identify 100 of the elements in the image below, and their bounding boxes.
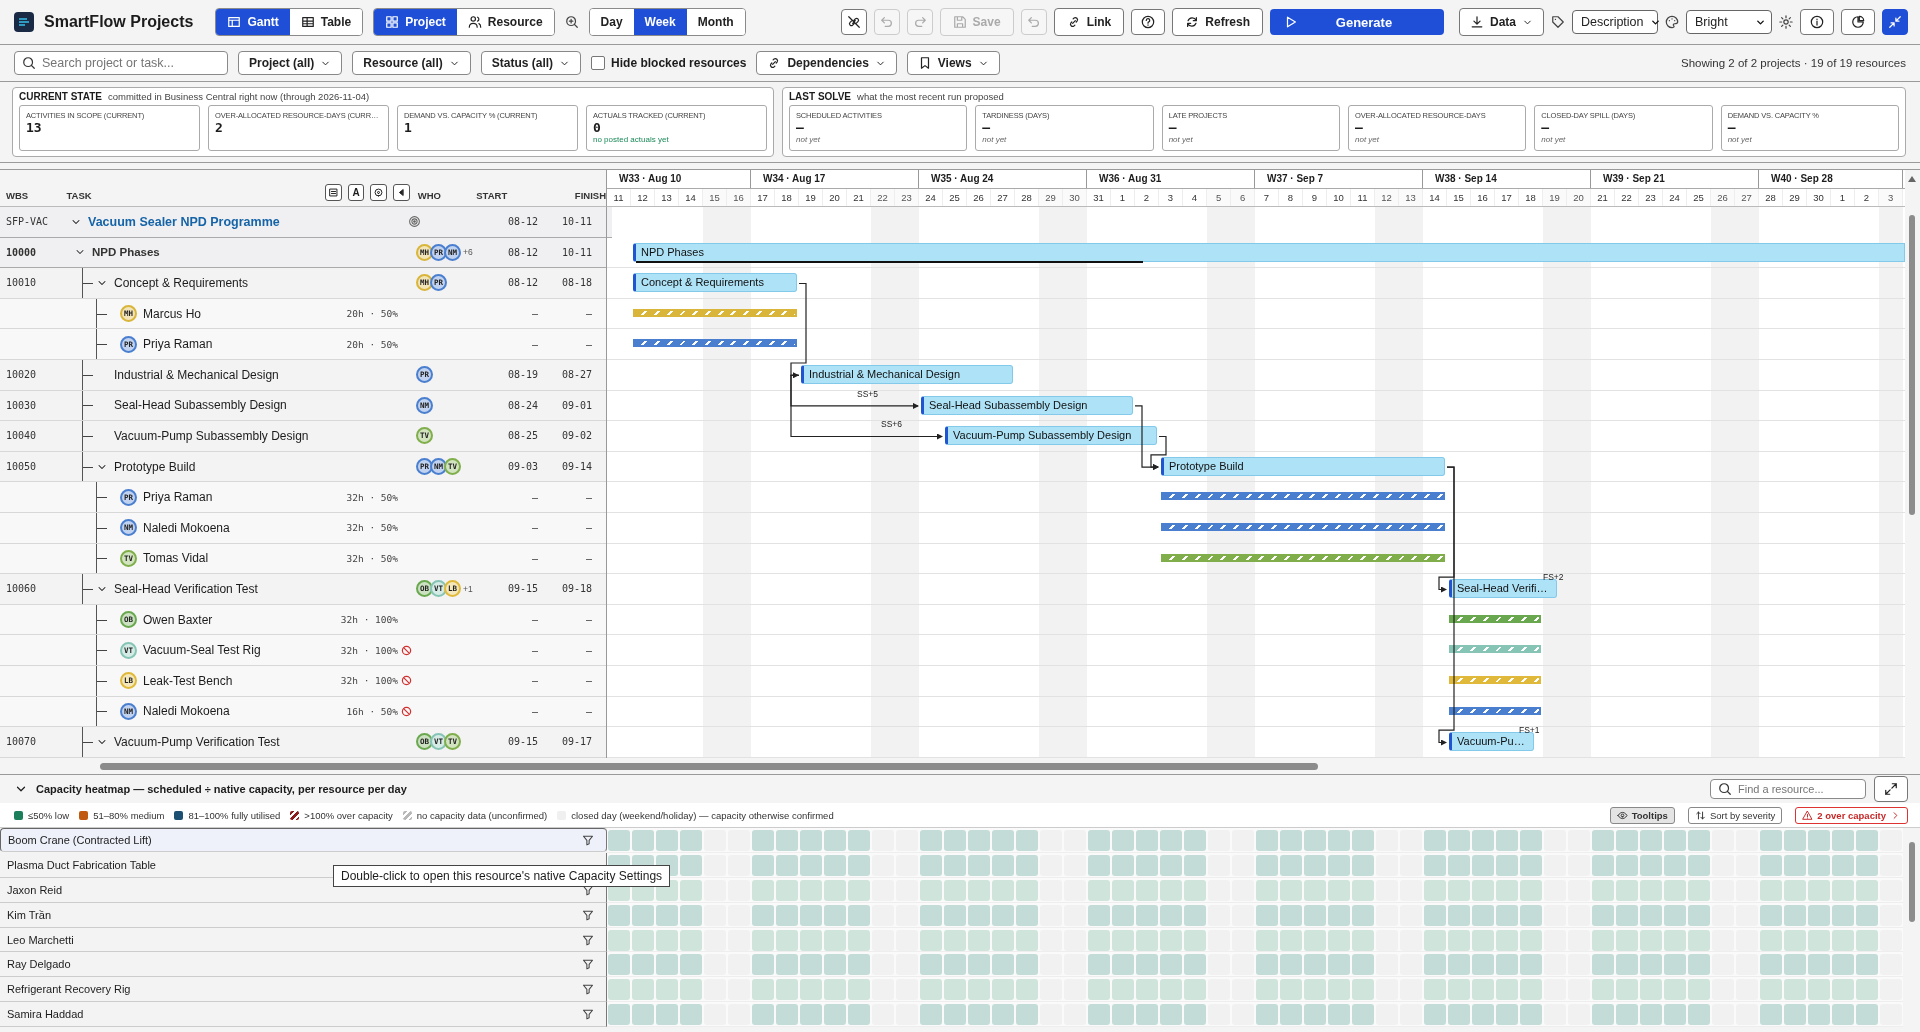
wbs-code: 10010 — [5, 277, 38, 289]
task-bar[interactable]: Vacuum-Pump Subassembly Design — [945, 426, 1157, 446]
pie-chart-icon — [1851, 15, 1865, 29]
finish-date: – — [584, 705, 593, 717]
task-bar[interactable]: Concept & Requirements — [633, 273, 797, 293]
mode-tab[interactable]: Project — [374, 9, 457, 35]
filter-dropdown[interactable]: Project (all) — [238, 51, 343, 75]
allocation-text: 16h · 50% — [346, 705, 398, 717]
tooltips-toggle[interactable]: Tooltips — [1609, 806, 1675, 824]
expand-icon — [1884, 782, 1898, 796]
views-dropdown[interactable]: Views — [906, 51, 1000, 75]
font-toggle-button[interactable]: A — [347, 184, 365, 201]
collapse-panel-button[interactable] — [393, 184, 410, 201]
allocation-text: 32h · 100% — [340, 644, 398, 656]
sort-button[interactable]: Sort by severity — [1687, 806, 1783, 824]
info-button[interactable] — [1800, 9, 1834, 35]
lag-label: SS+5 — [857, 388, 879, 399]
start-date: – — [530, 675, 538, 687]
task-bar[interactable]: Vacuum-Pu… — [1449, 732, 1534, 752]
wbs-code: 10060 — [5, 583, 38, 595]
help-button[interactable] — [1131, 9, 1166, 35]
wbs-code: 10030 — [5, 399, 38, 411]
chart-button[interactable] — [1841, 9, 1875, 35]
task-bar[interactable]: Industrial & Mechanical Design — [801, 365, 1013, 384]
day-header: 23 — [895, 189, 919, 206]
horizontal-scrollbar[interactable] — [0, 760, 1920, 775]
legend-label: no capacity data (unconfirmed) — [416, 809, 548, 821]
expand-button[interactable] — [1874, 776, 1908, 802]
collapse-button[interactable] — [1882, 9, 1908, 35]
panel-title: CURRENT STATE — [19, 91, 102, 102]
scroll-up-arrow-icon[interactable] — [1908, 176, 1916, 182]
checkbox[interactable] — [591, 56, 606, 70]
target-icon — [373, 187, 385, 198]
finish-date: 10-11 — [560, 216, 593, 228]
stat-value: — — [1541, 120, 1551, 135]
stat-value: — — [1355, 120, 1364, 135]
resource-row[interactable]: Kim Trần — [0, 902, 607, 928]
start-date: – — [530, 491, 538, 503]
start-date: 09-03 — [506, 461, 538, 473]
label-select[interactable]: Description — [1572, 10, 1658, 34]
task-bar[interactable]: Seal-Head Verifi… — [1449, 579, 1557, 599]
week-header: W38 · Sep 14 — [1423, 170, 1591, 188]
resource-row[interactable]: Boom Crane (Contracted Lift) — [0, 828, 607, 852]
finish-date: – — [584, 522, 593, 534]
task-name: Industrial & Mechanical Design — [114, 367, 279, 382]
start-date: 08-12 — [506, 277, 538, 289]
allocation-text: 20h · 50% — [346, 338, 398, 350]
dependencies-dropdown[interactable]: Dependencies — [756, 51, 897, 75]
allocation-text: 32h · 50% — [346, 522, 398, 534]
filter-icon — [582, 983, 594, 996]
column-header: START — [476, 190, 509, 201]
link-button[interactable]: Link — [1053, 8, 1125, 36]
task-bar[interactable]: NPD Phases — [633, 242, 1905, 262]
wbs-code: 10070 — [5, 736, 38, 748]
stat-note: not yet — [1541, 135, 1567, 144]
finish-date: – — [584, 338, 593, 350]
legend-label: 51–80% medium — [93, 809, 165, 821]
data-button[interactable]: Data — [1459, 8, 1544, 36]
target-button[interactable] — [370, 184, 388, 201]
refresh-button[interactable]: Refresh — [1172, 8, 1263, 36]
view-tab[interactable]: Gantt — [216, 9, 290, 35]
resource-row[interactable]: Ray Delgado — [0, 952, 607, 978]
resource-row[interactable]: Leo Marchetti — [0, 927, 607, 953]
over-capacity-button[interactable]: 2 over capacity — [1795, 806, 1908, 824]
palette-icon — [1665, 15, 1679, 29]
task-name: Vacuum-Pump Subassembly Design — [114, 428, 309, 443]
stat-note: not yet — [1355, 135, 1380, 144]
resource-name: Priya Raman — [143, 490, 214, 505]
task-bar[interactable]: Prototype Build — [1161, 456, 1445, 476]
task-name: Seal-Head Verification Test — [114, 581, 258, 596]
project-name[interactable]: Vacuum Sealer NPD Programme — [88, 214, 280, 229]
more-count: +1 — [463, 583, 473, 594]
link-off-button[interactable] — [840, 9, 867, 35]
resource-row[interactable]: Samira Haddad — [0, 1002, 607, 1028]
scale-tab[interactable]: Week — [633, 9, 687, 35]
filter-dropdown[interactable]: Resource (all) — [352, 51, 471, 75]
stat-note: not yet — [1168, 135, 1194, 144]
day-header: 19 — [1543, 189, 1567, 206]
resource-name: Naledi Mokoena — [143, 520, 231, 535]
start-date: 08-25 — [506, 430, 538, 442]
stat-note: no posted actuals yet — [593, 135, 670, 144]
resource-search-field[interactable]: Find a resource... — [1710, 779, 1866, 799]
stat-note: not yet — [796, 135, 821, 144]
filter-dropdown[interactable]: Status (all) — [480, 51, 582, 75]
theme-select[interactable]: Bright — [1686, 10, 1772, 34]
task-bar[interactable]: Seal-Head Subassembly Design — [921, 395, 1133, 415]
rows-toggle-button[interactable] — [325, 184, 342, 201]
day-header: 27 — [1735, 189, 1759, 206]
start-date: – — [530, 552, 538, 564]
resource-name: Marcus Ho — [143, 306, 202, 321]
search-field[interactable]: Search project or task... — [14, 51, 228, 75]
table-row[interactable]: SFP-VAC Vacuum Sealer NPD Programme 08-12 10-11 — [0, 207, 606, 238]
generate-button[interactable]: Generate — [1270, 9, 1444, 35]
resource-row[interactable]: Refrigerant Recovery Rig — [0, 977, 607, 1003]
filter-icon — [582, 834, 594, 846]
start-date: – — [530, 644, 538, 656]
play-icon — [1284, 15, 1298, 29]
stat-value: — — [1727, 120, 1737, 135]
tree-line — [82, 421, 96, 451]
start-date: 08-12 — [506, 216, 538, 228]
